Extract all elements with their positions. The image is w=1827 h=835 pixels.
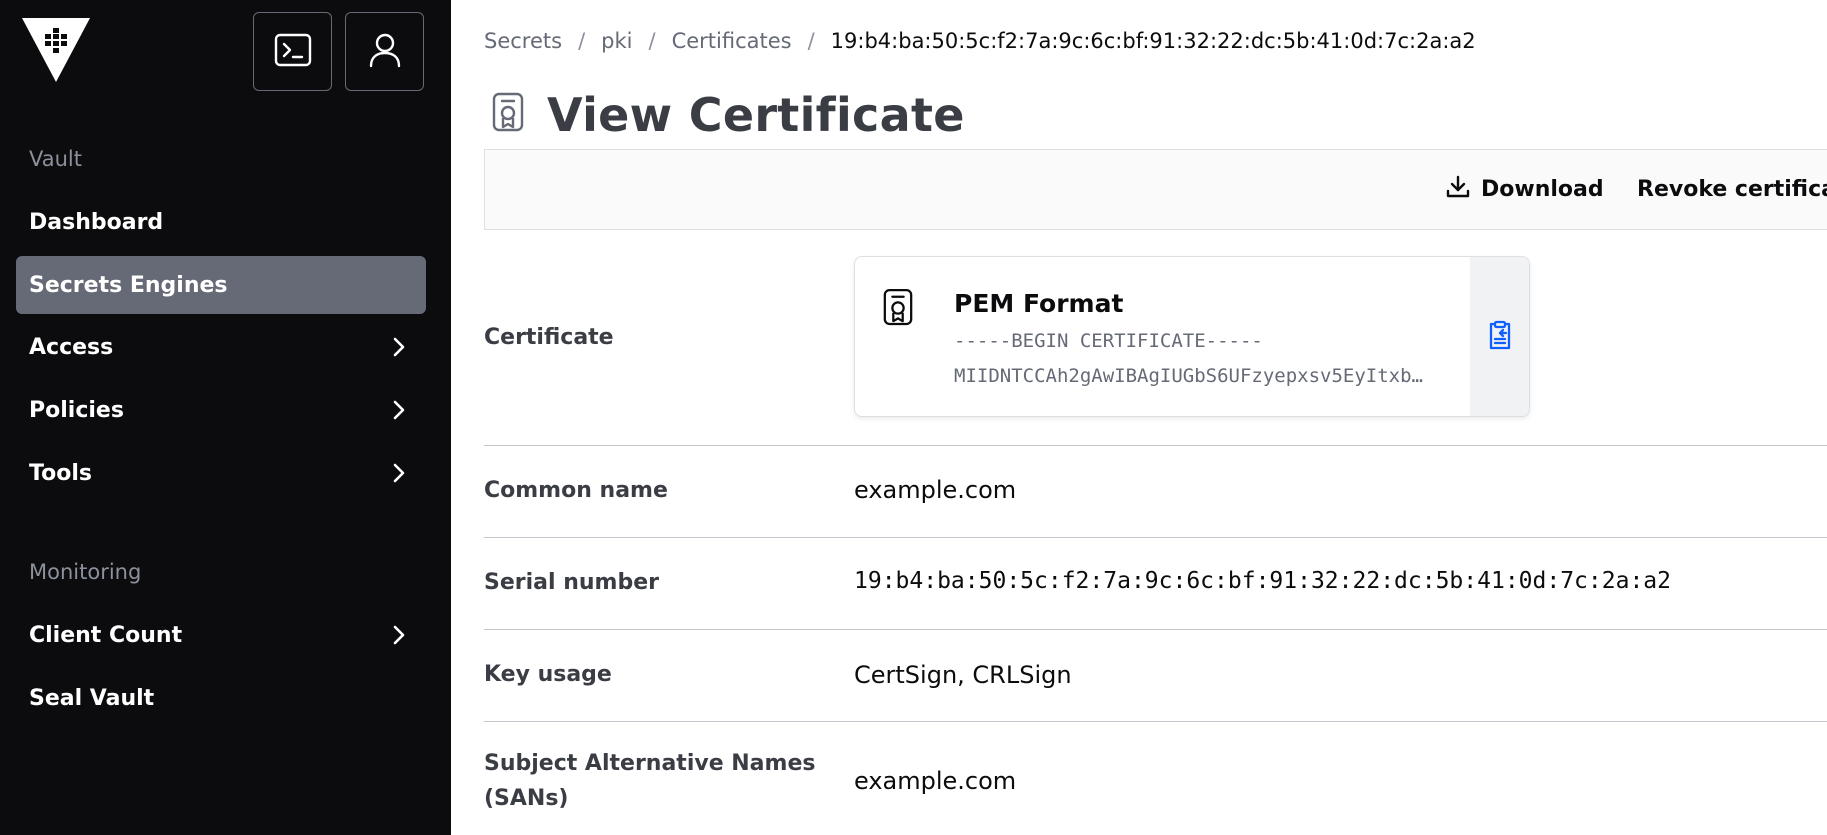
- sidebar-item-dashboard[interactable]: Dashboard: [16, 193, 426, 251]
- detail-label: Certificate: [484, 325, 614, 350]
- console-button[interactable]: [253, 12, 332, 91]
- detail-row-common-name: Common name example.com: [484, 446, 1827, 538]
- sidebar-item-label: Seal Vault: [29, 685, 155, 711]
- detail-label: Common name: [484, 478, 668, 503]
- user-menu-button[interactable]: [345, 12, 424, 91]
- sidebar-item-secrets-engines[interactable]: Secrets Engines: [16, 256, 426, 314]
- breadcrumb-separator: /: [807, 29, 815, 53]
- detail-label: Serial number: [484, 570, 659, 595]
- download-icon: [1445, 174, 1481, 206]
- detail-row-certificate: Certificate PEM Format -----BEGIN CERTIF…: [484, 231, 1827, 446]
- detail-row-serial-number: Serial number 19:b4:ba:50:5c:f2:7a:9c:6c…: [484, 538, 1827, 630]
- detail-value: example.com: [854, 767, 1017, 795]
- chevron-right-icon: [388, 399, 410, 421]
- copy-certificate-button[interactable]: [1470, 257, 1529, 416]
- pem-line: MIIDNTCCAh2gAwIBAgIUGbS6UFzyepxsv5EyItxb…: [954, 365, 1423, 387]
- sidebar-item-seal-vault[interactable]: Seal Vault: [16, 669, 426, 727]
- revoke-certificate-button[interactable]: Revoke certificate: [1637, 150, 1827, 229]
- main-content: Secrets / pki / Certificates / 19:b4:ba:…: [451, 0, 1827, 835]
- detail-value: example.com: [854, 476, 1017, 504]
- sidebar-item-client-count[interactable]: Client Count: [16, 606, 426, 664]
- breadcrumb-pki[interactable]: pki: [601, 29, 632, 53]
- page-title: View Certificate: [547, 88, 965, 142]
- breadcrumb-separator: /: [648, 29, 656, 53]
- detail-row-key-usage: Key usage CertSign, CRLSign: [484, 630, 1827, 722]
- download-label: Download: [1481, 177, 1604, 202]
- detail-label-line: (SANs): [484, 786, 569, 811]
- sidebar-item-label: Client Count: [29, 622, 183, 648]
- detail-label-line: Subject Alternative Names: [484, 751, 816, 776]
- pem-title: PEM Format: [954, 289, 1124, 318]
- sidebar-item-label: Secrets Engines: [29, 272, 228, 298]
- detail-row-sans: Subject Alternative Names (SANs) example…: [484, 722, 1827, 835]
- detail-label: Key usage: [484, 662, 612, 687]
- detail-label: Subject Alternative Names (SANs): [484, 746, 815, 816]
- certificate-icon: [491, 92, 525, 138]
- clipboard-copy-icon: [1487, 320, 1513, 353]
- chevron-right-icon: [388, 462, 410, 484]
- download-button[interactable]: Download: [1445, 150, 1604, 229]
- sidebar-item-policies[interactable]: Policies: [16, 381, 426, 439]
- app-root: Vault Dashboard Secrets Engines Access P…: [0, 0, 1827, 835]
- toolbar: Download Revoke certificate: [484, 149, 1827, 230]
- nav-section-vault: Vault: [29, 147, 82, 171]
- vault-logo-icon[interactable]: [22, 18, 90, 82]
- sidebar: Vault Dashboard Secrets Engines Access P…: [0, 0, 451, 835]
- breadcrumb-separator: /: [578, 29, 586, 53]
- sidebar-item-label: Tools: [29, 460, 92, 486]
- chevron-right-icon: [388, 624, 410, 646]
- breadcrumb-certificates[interactable]: Certificates: [672, 29, 792, 53]
- sidebar-item-access[interactable]: Access: [16, 318, 426, 376]
- revoke-label: Revoke certificate: [1637, 177, 1827, 202]
- pem-card: PEM Format -----BEGIN CERTIFICATE----- M…: [854, 256, 1530, 417]
- breadcrumb: Secrets / pki / Certificates / 19:b4:ba:…: [484, 29, 1476, 53]
- breadcrumb-secrets[interactable]: Secrets: [484, 29, 562, 53]
- terminal-icon: [274, 33, 312, 70]
- sidebar-item-label: Access: [29, 334, 114, 360]
- chevron-right-icon: [388, 336, 410, 358]
- pem-line: -----BEGIN CERTIFICATE-----: [954, 330, 1263, 352]
- detail-value: 19:b4:ba:50:5c:f2:7a:9c:6c:bf:91:32:22:d…: [854, 568, 1671, 594]
- nav-section-monitoring: Monitoring: [29, 560, 142, 584]
- certificate-icon: [882, 288, 914, 332]
- sidebar-item-tools[interactable]: Tools: [16, 444, 426, 502]
- breadcrumb-current: 19:b4:ba:50:5c:f2:7a:9c:6c:bf:91:32:22:d…: [830, 29, 1476, 53]
- page-header: View Certificate: [491, 88, 965, 142]
- user-icon: [368, 32, 402, 71]
- sidebar-item-label: Dashboard: [29, 209, 164, 235]
- sidebar-item-label: Policies: [29, 397, 124, 423]
- detail-value: CertSign, CRLSign: [854, 661, 1072, 689]
